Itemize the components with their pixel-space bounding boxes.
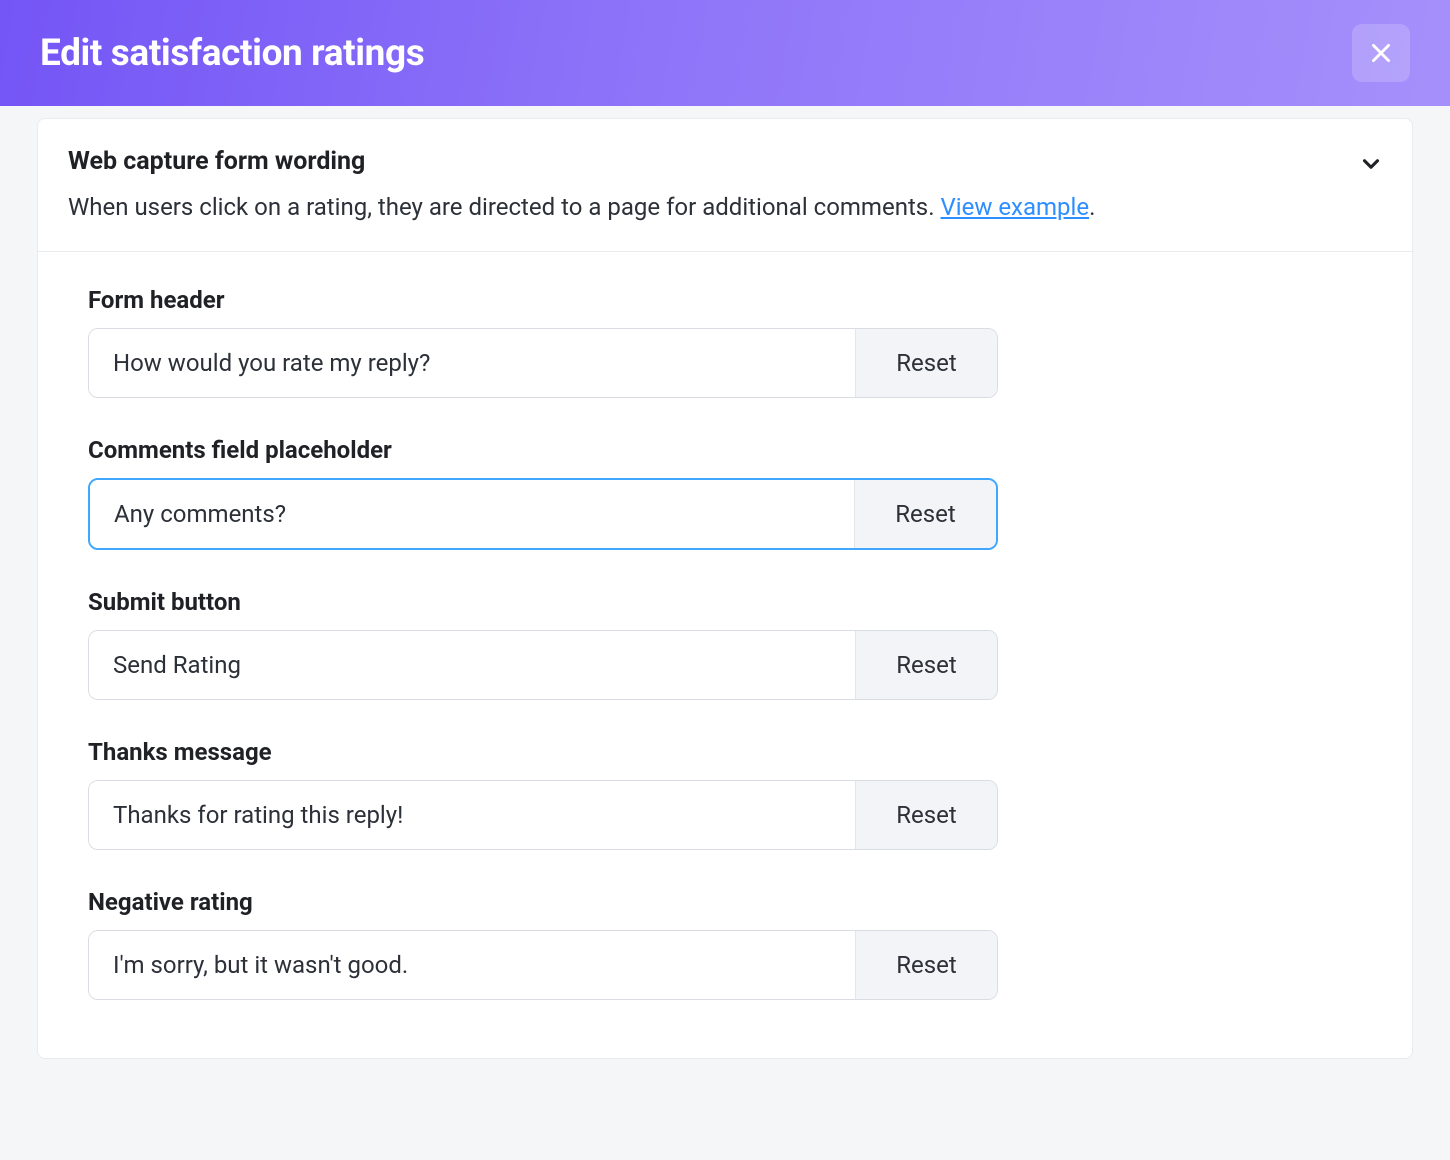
comments-placeholder-input[interactable]: [90, 480, 854, 548]
section-header[interactable]: Web capture form wording When users clic…: [38, 119, 1412, 252]
field-form-header: Form header Reset: [88, 286, 1362, 398]
field-label: Negative rating: [88, 888, 1362, 916]
reset-button[interactable]: Reset: [855, 329, 997, 397]
field-comments-placeholder: Comments field placeholder Reset: [88, 436, 1362, 550]
close-icon: [1368, 40, 1394, 66]
section-title: Web capture form wording: [68, 147, 1382, 176]
input-row: Reset: [88, 780, 998, 850]
field-submit-button: Submit button Reset: [88, 588, 1362, 700]
form-header-input[interactable]: [89, 329, 855, 397]
field-label: Comments field placeholder: [88, 436, 1362, 464]
input-row: Reset: [88, 630, 998, 700]
close-button[interactable]: [1352, 24, 1410, 82]
modal-header: Edit satisfaction ratings: [0, 0, 1450, 106]
field-label: Submit button: [88, 588, 1362, 616]
field-label: Form header: [88, 286, 1362, 314]
field-negative-rating: Negative rating Reset: [88, 888, 1362, 1000]
field-thanks-message: Thanks message Reset: [88, 738, 1362, 850]
section-description-text: When users click on a rating, they are d…: [68, 193, 940, 221]
negative-rating-input[interactable]: [89, 931, 855, 999]
reset-button[interactable]: Reset: [854, 480, 996, 548]
reset-button[interactable]: Reset: [855, 931, 997, 999]
view-example-link[interactable]: View example: [940, 193, 1089, 221]
settings-card: Web capture form wording When users clic…: [37, 118, 1413, 1059]
reset-button[interactable]: Reset: [855, 631, 997, 699]
input-row: Reset: [88, 478, 998, 550]
section-description-suffix: .: [1089, 193, 1095, 221]
input-row: Reset: [88, 328, 998, 398]
field-label: Thanks message: [88, 738, 1362, 766]
chevron-down-icon: [1358, 151, 1384, 181]
section-description: When users click on a rating, they are d…: [68, 190, 1382, 225]
modal-title: Edit satisfaction ratings: [40, 32, 424, 75]
submit-button-input[interactable]: [89, 631, 855, 699]
fields-container: Form header Reset Comments field placeho…: [38, 252, 1412, 1058]
thanks-message-input[interactable]: [89, 781, 855, 849]
reset-button[interactable]: Reset: [855, 781, 997, 849]
input-row: Reset: [88, 930, 998, 1000]
